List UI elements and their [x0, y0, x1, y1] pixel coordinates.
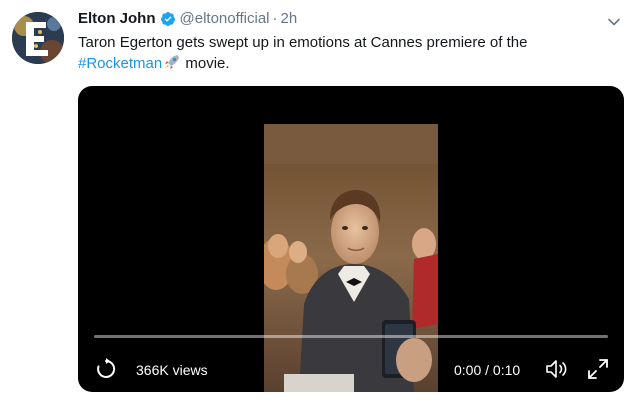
separator-dot: · [272, 10, 278, 27]
tweet-time[interactable]: 2h [281, 10, 298, 28]
tweet-text: Taron Egerton gets swept up in emotions … [78, 32, 598, 74]
author-handle[interactable]: @eltonofficial [180, 10, 270, 28]
tweet-text-end: movie. [185, 55, 230, 72]
rocket-emoji-icon [165, 55, 180, 69]
avatar-image [12, 12, 64, 64]
author-name[interactable]: Elton John [78, 10, 156, 28]
view-count: 366K views [136, 362, 208, 378]
tweet-text-main: Taron Egerton gets swept up in emotions … [78, 34, 528, 51]
avatar[interactable] [12, 12, 64, 64]
replay-icon[interactable] [94, 357, 118, 381]
fullscreen-icon[interactable] [586, 357, 610, 381]
video-controls: 366K views 0:00 / 0:10 [78, 354, 624, 388]
volume-icon[interactable] [544, 357, 570, 381]
verified-badge-icon [160, 12, 175, 26]
progress-bar[interactable] [94, 335, 608, 338]
video-frame [264, 124, 438, 392]
tweet-card[interactable]: Elton John @eltonofficial · 2h Taron Ege… [0, 0, 640, 400]
chevron-down-icon[interactable] [606, 14, 622, 30]
video-timestamp: 0:00 / 0:10 [454, 362, 521, 378]
video-still-image [264, 124, 438, 392]
video-player[interactable]: 366K views 0:00 / 0:10 [78, 86, 624, 392]
hashtag-link[interactable]: #Rocketman [78, 55, 162, 72]
tweet-header: Elton John @eltonofficial · 2h [78, 10, 297, 28]
